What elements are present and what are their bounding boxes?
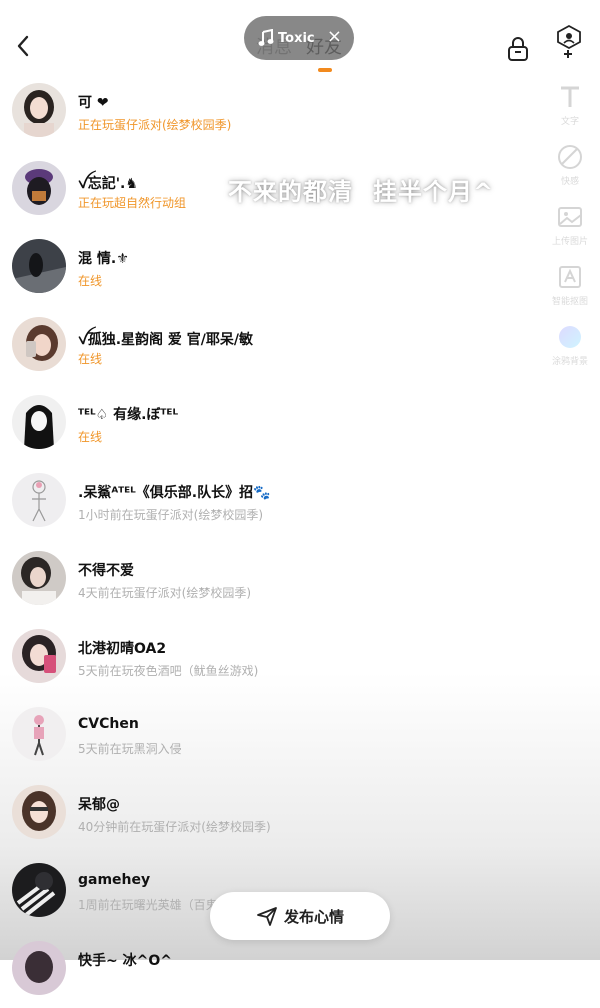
friend-name: 混 情.⚜ — [78, 251, 129, 267]
publish-label: 发布心情 — [283, 907, 344, 926]
friend-status: 在线 — [78, 352, 103, 366]
friend-row[interactable]: 混 情.⚜ 在线 — [0, 228, 540, 306]
avatar[interactable] — [12, 941, 66, 995]
avatar-image — [12, 83, 66, 137]
avatar-image — [12, 473, 66, 527]
avatar-image — [12, 551, 66, 605]
friend-name: gamehey — [78, 872, 151, 888]
friend-name: 可 ❤ — [78, 95, 109, 111]
avatar-image — [12, 161, 66, 215]
avatar[interactable] — [12, 317, 66, 371]
friend-name: .呆鯊ᴬᵀᴱᴸ《俱乐部.队长》招🐾 — [78, 485, 271, 501]
friend-status: 在线 — [78, 430, 103, 444]
add-friend-button[interactable] — [554, 24, 584, 60]
publish-mood-button[interactable]: 发布心情 — [210, 892, 390, 940]
overlay-caption: 不来的都清 挂半个月^ — [228, 172, 494, 207]
friend-name: 不得不爱 — [78, 563, 134, 579]
avatar[interactable] — [12, 785, 66, 839]
avatar-image — [12, 239, 66, 293]
friend-status: 1小时前在玩蛋仔派对(绘梦校园季) — [78, 508, 263, 522]
friend-row[interactable]: 北港初晴OA2 5天前在玩夜色酒吧（鱿鱼丝游戏) — [0, 618, 540, 696]
friend-name: 呆郁@ — [78, 797, 120, 813]
tool-text[interactable]: 文字 — [540, 84, 600, 127]
friend-row[interactable]: 不得不爱 4天前在玩蛋仔派对(绘梦校园季) — [0, 540, 540, 618]
overlay-text-b: 挂半个月^ — [373, 178, 495, 206]
friend-row[interactable]: 可 ❤ 正在玩蛋仔派对(绘梦校园季) — [0, 72, 540, 150]
friend-status: 1周前在玩曙光英雄（百鬼 — [78, 898, 218, 912]
tool-effect[interactable]: 快感 — [540, 144, 600, 187]
avatar[interactable] — [12, 239, 66, 293]
friend-name: 北港初晴OA2 — [78, 641, 167, 657]
add-friend-icon — [557, 24, 581, 58]
friend-name: 快手~ 冰^O^ — [78, 953, 172, 969]
lock-button[interactable] — [506, 36, 530, 62]
friend-row[interactable]: CVChen 5天前在玩黑洞入侵 — [0, 696, 540, 774]
tool-color-background[interactable]: 涂鸦背景 — [540, 324, 600, 367]
music-close-button[interactable]: × — [327, 26, 342, 48]
friend-list: 可 ❤ 正在玩蛋仔派对(绘梦校园季) ꪜ忘記'.♞ 正在玩超自然行动组 混 情.… — [0, 72, 600, 1008]
avatar[interactable] — [12, 83, 66, 137]
overlay-text-a: 不来的都清 — [228, 178, 353, 206]
tool-label: 快感 — [560, 177, 579, 187]
friend-row[interactable]: 快手~ 冰^O^ — [0, 930, 540, 1008]
avatar-image — [12, 863, 66, 917]
tool-label: 智能抠图 — [551, 297, 588, 307]
friend-status: 正在玩超自然行动组 — [78, 196, 187, 210]
friend-status: 在线 — [78, 274, 103, 288]
active-tab-indicator — [318, 68, 332, 72]
avatar-image — [12, 941, 66, 995]
avatar[interactable] — [12, 395, 66, 449]
ai-cutout-icon — [559, 266, 581, 288]
color-circle-icon — [559, 326, 581, 348]
friend-name: ᵀᴱᴸ♤ 有缘.ぼᵀᴱᴸ — [78, 407, 179, 423]
friend-row[interactable]: .呆鯊ᴬᵀᴱᴸ《俱乐部.队长》招🐾 1小时前在玩蛋仔派对(绘梦校园季) — [0, 462, 540, 540]
friend-row[interactable]: 呆郁@ 40分钟前在玩蛋仔派对(绘梦校园季) — [0, 774, 540, 852]
friend-status: 4天前在玩蛋仔派对(绘梦校园季) — [78, 586, 251, 600]
avatar[interactable] — [12, 863, 66, 917]
friend-status: 5天前在玩夜色酒吧（鱿鱼丝游戏) — [78, 664, 259, 678]
avatar-image — [12, 707, 66, 761]
avatar-image — [12, 395, 66, 449]
tool-label: 涂鸦背景 — [551, 357, 588, 367]
friend-row[interactable]: ᵀᴱᴸ♤ 有缘.ぼᵀᴱᴸ 在线 — [0, 384, 540, 462]
friend-status: 正在玩蛋仔派对(绘梦校园季) — [78, 118, 232, 132]
tool-ai-cutout[interactable]: 智能抠图 — [540, 264, 600, 307]
avatar[interactable] — [12, 629, 66, 683]
image-icon — [558, 207, 582, 227]
avatar[interactable] — [12, 161, 66, 215]
send-icon — [257, 907, 277, 926]
avatar[interactable] — [12, 707, 66, 761]
avatar-image — [12, 785, 66, 839]
avatar-image — [12, 629, 66, 683]
friend-status: 40分钟前在玩蛋仔派对(绘梦校园季) — [78, 820, 271, 834]
lock-icon — [508, 37, 528, 61]
tool-label: 文字 — [560, 117, 579, 127]
text-icon — [561, 86, 579, 107]
friend-row[interactable]: ꪜ孤独.星韵阁 爱 官/耶呆/敏 在线 — [0, 306, 540, 384]
avatar-image — [12, 317, 66, 371]
friend-name: ꪜ孤独.星韵阁 爱 官/耶呆/敏 — [78, 332, 254, 348]
back-button[interactable] — [12, 34, 36, 58]
tool-label: 上传图片 — [551, 237, 588, 247]
back-arrow-icon — [17, 35, 29, 57]
tool-upload-image[interactable]: 上传图片 — [540, 204, 600, 247]
avatar[interactable] — [12, 473, 66, 527]
friend-status: 5天前在玩黑洞入侵 — [78, 742, 182, 756]
music-note-icon — [258, 29, 274, 46]
avatar[interactable] — [12, 551, 66, 605]
half-circle-icon — [558, 145, 582, 169]
music-title: Toxic — [278, 30, 315, 46]
music-player-pill[interactable]: Toxic × — [244, 16, 354, 60]
friend-name: CVChen — [78, 716, 139, 732]
